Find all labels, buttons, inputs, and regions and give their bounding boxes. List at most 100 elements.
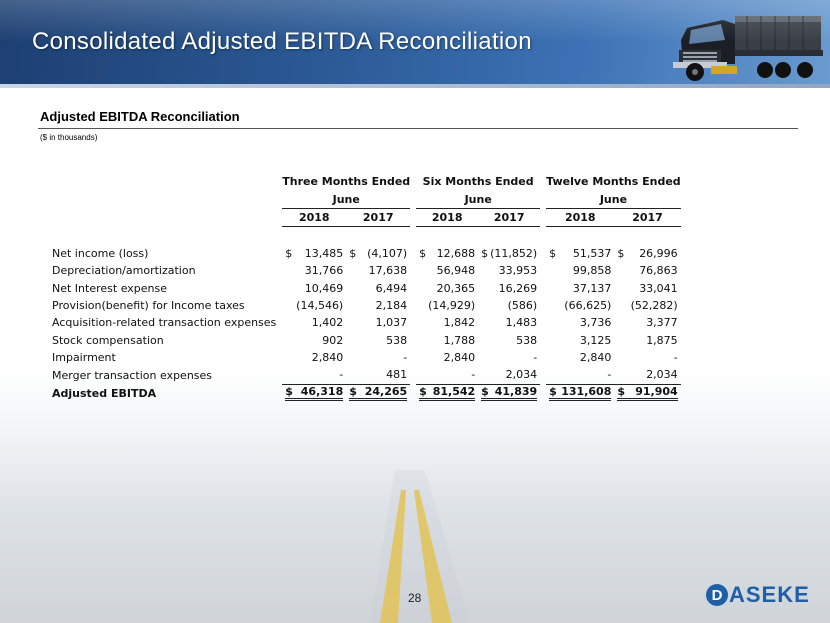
cell-value: 17,638 [368, 264, 408, 278]
cell-value: - [533, 351, 538, 365]
year-header: 2017 [346, 208, 411, 228]
cell-value: 6,494 [375, 281, 408, 295]
currency-symbol: $ [285, 246, 293, 260]
cell-value: 51,537 [572, 246, 612, 260]
cell-value: (66,625) [564, 298, 612, 312]
value-cell: 20,365 [416, 279, 478, 296]
row-label: Acquisition-related transaction expenses [52, 316, 277, 330]
cell-value: 3,377 [646, 316, 678, 330]
cell-value: 13,485 [304, 246, 344, 260]
value-cell: $26,996 [614, 245, 680, 262]
value-cell: $13,485 [282, 245, 346, 262]
cell-value: (11,852) [490, 246, 538, 260]
cell-value: 902 [322, 333, 344, 347]
group-twelve-months-line1: Twelve Months Ended [546, 175, 681, 189]
value-cell: 99,858 [546, 262, 614, 279]
value-cell: $24,265 [346, 384, 410, 402]
table-row: Net Interest expense 10,469 6,494 20,365 16,… [48, 279, 681, 296]
cell-value: 33,953 [498, 264, 538, 278]
value-cell: 17,638 [346, 262, 410, 279]
section-divider [38, 128, 798, 129]
value-cell: $41,839 [478, 384, 540, 402]
group-six-months-line2: June [416, 190, 541, 209]
value-cell: 538 [478, 332, 540, 349]
cell-value: 91,904 [635, 385, 678, 399]
cell-value: 76,863 [639, 264, 678, 278]
table-row: Merger transaction expenses - 481 - 2,034 - 2,… [48, 366, 681, 385]
year-header: 2018 [546, 208, 615, 228]
value-cell: 2,034 [478, 366, 541, 385]
truck-icon [673, 16, 823, 81]
value-cell: $ (4,107) [346, 245, 410, 262]
cell-value: 99,858 [572, 264, 612, 278]
group-twelve-months-line2: June [546, 190, 681, 209]
cell-value: (52,282) [630, 298, 678, 312]
value-cell: - [614, 349, 680, 366]
group-header-row-2: June June June [48, 190, 681, 209]
table-body: Net income (loss) $13,485 $ (4,107) $12,688 $… [48, 245, 681, 403]
table-row: Net income (loss) $13,485 $ (4,107) $12,688 $… [48, 245, 681, 262]
cell-value: 2,034 [646, 368, 678, 382]
cell-value: (586) [507, 298, 538, 312]
daseke-logo: D ASEKE [706, 582, 810, 608]
ebitda-reconciliation-table: Three Months Ended Six Months Ended Twel… [48, 173, 681, 402]
value-cell: (586) [478, 297, 540, 314]
value-cell: (14,929) [416, 297, 478, 314]
cell-value: 24,265 [364, 385, 408, 399]
value-cell: 33,041 [614, 279, 680, 296]
value-cell: 3,125 [546, 332, 614, 349]
value-cell: 481 [346, 366, 411, 385]
cell-value: 33,041 [639, 281, 678, 295]
currency-symbol: $ [617, 385, 626, 399]
value-cell: $ (11,852) [478, 245, 540, 262]
value-cell: 33,953 [478, 262, 540, 279]
cell-value: 37,137 [572, 281, 612, 295]
value-cell: $131,608 [546, 384, 614, 402]
currency-symbol: $ [617, 246, 625, 260]
value-cell: $51,537 [546, 245, 614, 262]
cell-value: 3,736 [579, 316, 612, 330]
value-cell: 2,034 [614, 366, 681, 385]
cell-value: 46,318 [300, 385, 344, 399]
cell-value: - [673, 351, 678, 365]
cell-value: (14,929) [428, 298, 476, 312]
value-cell: - [416, 366, 479, 385]
cell-value: 56,948 [436, 264, 476, 278]
row-label: Merger transaction expenses [52, 368, 213, 382]
table-row: Impairment 2,840 - 2,840 - 2,840 - [48, 349, 681, 366]
cell-value: - [471, 368, 476, 382]
value-cell: 2,840 [546, 349, 614, 366]
cell-value: 2,034 [505, 368, 538, 382]
year-header: 2017 [614, 208, 681, 228]
cell-value: 2,840 [579, 351, 612, 365]
value-cell: 56,948 [416, 262, 478, 279]
value-cell: (14,546) [282, 297, 346, 314]
group-three-months-line1: Three Months Ended [282, 175, 411, 189]
row-label: Adjusted EBITDA [52, 386, 157, 400]
value-cell: 10,469 [282, 279, 346, 296]
cell-value: 2,840 [311, 351, 344, 365]
cell-value: 1,037 [375, 316, 408, 330]
row-label: Impairment [52, 351, 116, 365]
table-row: Acquisition-related transaction expenses… [48, 314, 681, 331]
row-label: Depreciation/amortization [52, 264, 196, 278]
value-cell: 16,269 [478, 279, 540, 296]
cell-value: 3,125 [579, 333, 612, 347]
value-cell: - [282, 366, 347, 385]
group-three-months-line2: June [282, 190, 411, 209]
currency-symbol: $ [419, 385, 427, 399]
value-cell: $12,688 [416, 245, 478, 262]
page-number: 28 [408, 591, 422, 605]
value-cell: 2,840 [282, 349, 346, 366]
cell-value: 12,688 [436, 246, 476, 260]
table-row: Depreciation/amortization 31,766 17,638 56,… [48, 262, 681, 279]
currency-symbol: $ [481, 246, 489, 260]
total-row: Adjusted EBITDA $46,318 $24,265 $81,542 $41,… [48, 384, 681, 402]
cell-value: 1,483 [505, 316, 538, 330]
units-note: ($ in thousands) [40, 133, 98, 142]
header-stripe [0, 84, 830, 88]
value-cell: $46,318 [282, 384, 346, 402]
row-label: Net income (loss) [52, 246, 149, 260]
cell-value: (4,107) [367, 246, 408, 260]
value-cell: (52,282) [614, 297, 680, 314]
